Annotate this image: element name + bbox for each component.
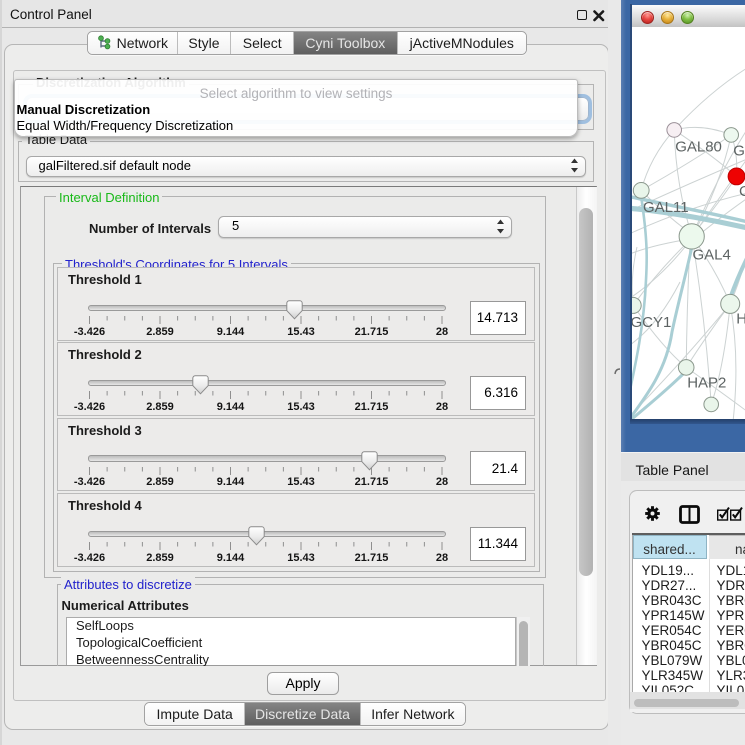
- svg-text:H: H: [736, 310, 745, 327]
- svg-text:CY: CY: [739, 183, 745, 200]
- svg-text:GAL80: GAL80: [675, 138, 722, 155]
- svg-text:GAL11: GAL11: [643, 199, 689, 216]
- svg-text:GCY1: GCY1: [632, 314, 671, 331]
- svg-text:GA: GA: [733, 143, 745, 160]
- svg-text:GAL4: GAL4: [692, 247, 730, 264]
- svg-text:HAP2: HAP2: [687, 374, 726, 391]
